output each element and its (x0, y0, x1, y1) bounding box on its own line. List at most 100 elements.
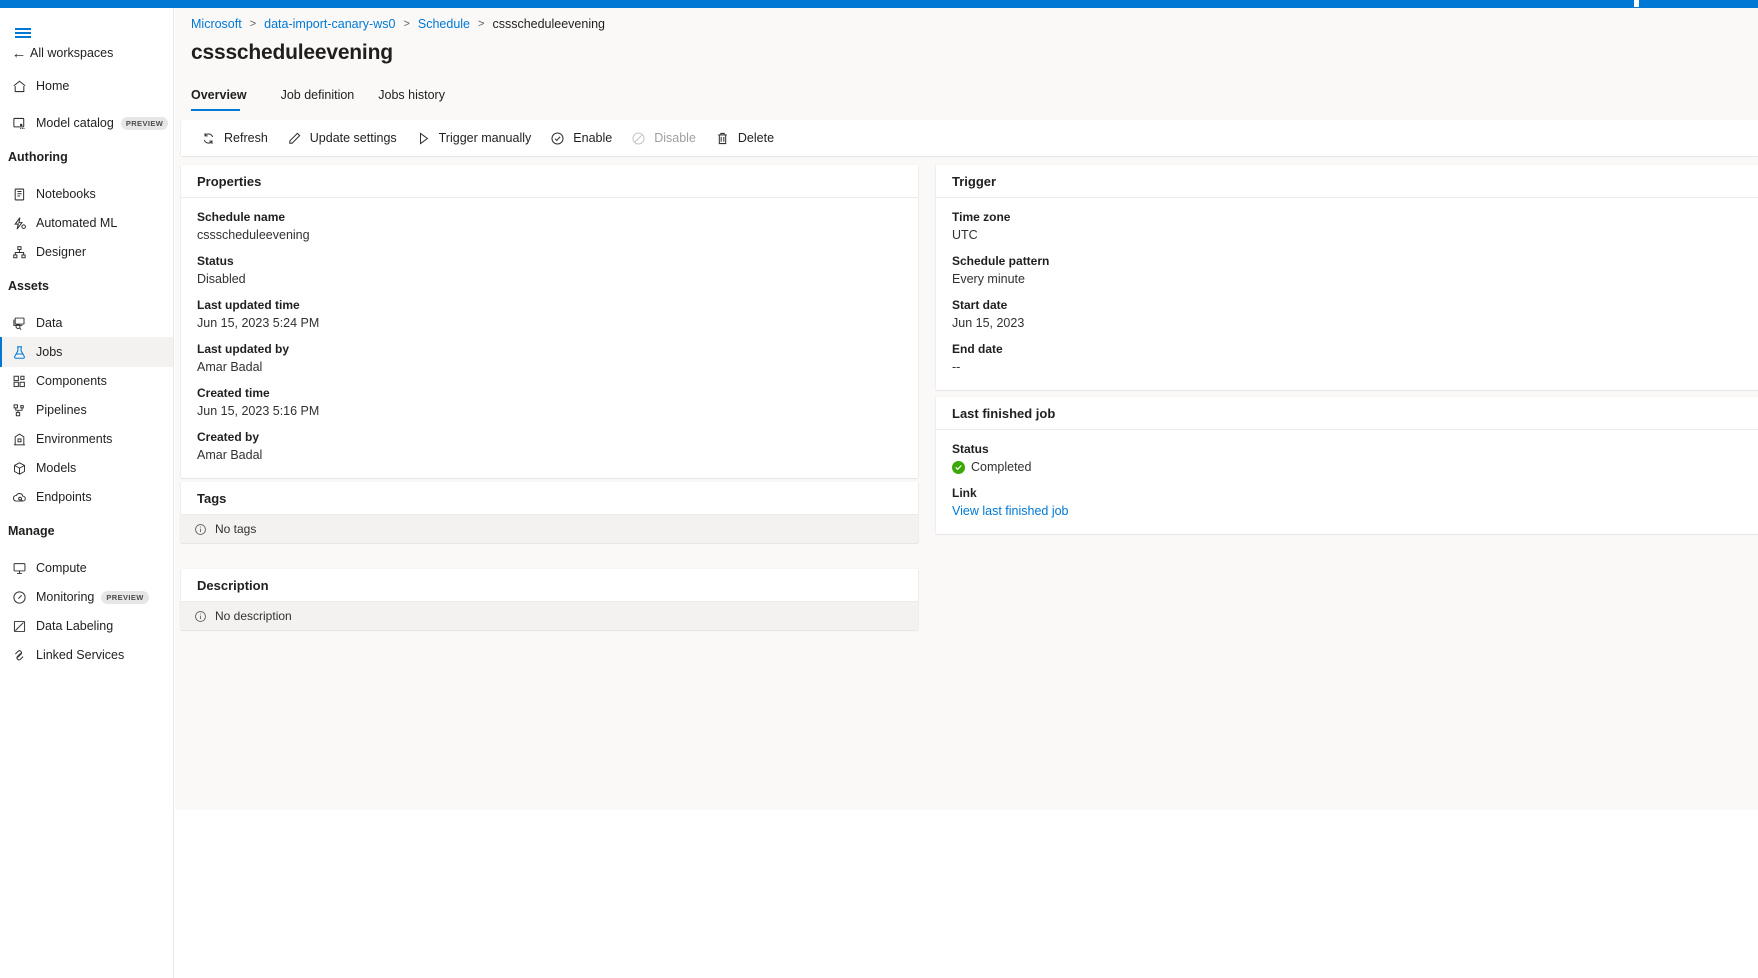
field-value: Jun 15, 2023 5:16 PM (197, 402, 902, 420)
sidebar-item-label: Monitoring (36, 590, 94, 604)
breadcrumb-item-workspace[interactable]: data-import-canary-ws0 (264, 17, 395, 31)
sidebar-item-pipelines[interactable]: Pipelines (0, 395, 174, 425)
tags-empty-text: No tags (215, 522, 256, 536)
sidebar-item-label: Data (36, 316, 62, 330)
sidebar-item-model-catalog[interactable]: Model catalog PREVIEW (0, 108, 174, 138)
sidebar-item-data[interactable]: Data (0, 308, 174, 338)
breadcrumb-item-schedule[interactable]: Schedule (418, 17, 470, 31)
page-header: Microsoft > data-import-canary-ws0 > Sch… (175, 8, 1758, 120)
sidebar-item-designer[interactable]: Designer (0, 237, 174, 267)
trigger-card-title: Trigger (936, 165, 1758, 198)
sidebar-item-monitoring[interactable]: Monitoring PREVIEW (0, 582, 174, 612)
field-value: Jun 15, 2023 5:24 PM (197, 314, 902, 332)
info-circle-icon (194, 523, 207, 536)
description-card-title: Description (181, 569, 918, 602)
field-label: Last updated by (197, 341, 902, 358)
last-finished-job-card-title: Last finished job (936, 397, 1758, 430)
sidebar-item-endpoints[interactable]: Endpoints (0, 482, 174, 512)
breadcrumb-item-current: cssscheduleevening (492, 17, 605, 31)
sidebar-item-components[interactable]: Components (0, 366, 174, 396)
sidebar-item-label: Environments (36, 432, 112, 446)
tab-jobs-history[interactable]: Jobs history (366, 88, 457, 111)
field-label: Link (952, 485, 1750, 502)
delete-label: Delete (738, 131, 774, 145)
sidebar-group-assets: Assets (8, 279, 49, 293)
topbar-marker (1634, 0, 1639, 7)
breadcrumb-item-microsoft[interactable]: Microsoft (191, 17, 242, 31)
update-settings-button[interactable]: Update settings (277, 122, 406, 154)
delete-button[interactable]: Delete (705, 122, 783, 154)
view-last-finished-job-link[interactable]: View last finished job (952, 502, 1750, 520)
field-label: Schedule pattern (952, 253, 1750, 270)
sidebar-item-label: Components (36, 374, 107, 388)
jobs-flask-icon (8, 344, 30, 360)
field-label: Status (952, 441, 1750, 458)
enable-label: Enable (573, 131, 612, 145)
status-text: Completed (971, 458, 1031, 476)
endpoints-icon (8, 489, 30, 505)
automated-ml-icon (8, 215, 30, 231)
sidebar-group-authoring: Authoring (8, 150, 68, 164)
sidebar-all-workspaces-label: All workspaces (30, 46, 113, 60)
tab-overview[interactable]: Overview (191, 88, 259, 111)
description-empty-text: No description (215, 609, 292, 623)
breadcrumb-separator-icon: > (403, 18, 409, 30)
trigger-time-zone: Time zone UTC (952, 209, 1750, 244)
preview-badge: PREVIEW (121, 117, 168, 130)
trigger-end-date: End date -- (952, 341, 1750, 376)
sidebar-item-label: Linked Services (36, 648, 124, 662)
completed-check-icon (952, 461, 965, 474)
disable-button: Disable (621, 122, 705, 154)
refresh-label: Refresh (224, 131, 268, 145)
field-label: Last updated time (197, 297, 902, 314)
field-label: Start date (952, 297, 1750, 314)
last-job-status: Status Completed (952, 441, 1750, 476)
sidebar-all-workspaces[interactable]: ← All workspaces (0, 41, 174, 65)
sidebar-item-linked-services[interactable]: Linked Services (0, 640, 174, 670)
sidebar-item-notebooks[interactable]: Notebooks (0, 179, 174, 209)
tab-list: Overview Job definition Jobs history (191, 88, 457, 111)
description-empty-row: No description (181, 602, 918, 630)
field-label: Time zone (952, 209, 1750, 226)
refresh-button[interactable]: Refresh (191, 122, 277, 154)
sidebar-item-environments[interactable]: Environments (0, 424, 174, 454)
sidebar-item-label: Endpoints (36, 490, 92, 504)
data-icon (8, 315, 30, 331)
tab-job-definition[interactable]: Job definition (269, 88, 367, 111)
tags-card-title: Tags (181, 482, 918, 515)
trigger-manually-button[interactable]: Trigger manually (406, 122, 541, 154)
play-triangle-icon (415, 130, 432, 146)
trigger-schedule-pattern: Schedule pattern Every minute (952, 253, 1750, 288)
models-cube-icon (8, 460, 30, 476)
tags-card: Tags No tags (181, 482, 918, 543)
check-circle-icon (549, 130, 566, 146)
trigger-start-date: Start date Jun 15, 2023 (952, 297, 1750, 332)
sidebar-item-label: Designer (36, 245, 86, 259)
sidebar-item-models[interactable]: Models (0, 453, 174, 483)
sidebar-item-label: Data Labeling (36, 619, 113, 633)
data-labeling-icon (8, 618, 30, 634)
property-schedule-name: Schedule name cssscheduleevening (197, 209, 902, 244)
preview-badge: PREVIEW (101, 591, 148, 604)
field-value: Amar Badal (197, 358, 902, 376)
enable-button[interactable]: Enable (540, 122, 621, 154)
field-label: Schedule name (197, 209, 902, 226)
sidebar-item-compute[interactable]: Compute (0, 553, 174, 583)
field-label: Created time (197, 385, 902, 402)
properties-card-body: Schedule name cssscheduleevening Status … (181, 198, 918, 478)
model-catalog-icon (8, 115, 30, 131)
sidebar-group-manage: Manage (8, 524, 55, 538)
sidebar-item-data-labeling[interactable]: Data Labeling (0, 611, 174, 641)
sidebar-item-label: Automated ML (36, 216, 117, 230)
block-circle-icon (630, 130, 647, 146)
sidebar-item-automated-ml[interactable]: Automated ML (0, 208, 174, 238)
property-last-updated-time: Last updated time Jun 15, 2023 5:24 PM (197, 297, 902, 332)
sidebar-item-jobs[interactable]: Jobs (0, 337, 174, 367)
property-last-updated-by: Last updated by Amar Badal (197, 341, 902, 376)
properties-card-title: Properties (181, 165, 918, 198)
trigger-card-body: Time zone UTC Schedule pattern Every min… (936, 198, 1758, 390)
sidebar-item-label: Jobs (36, 345, 62, 359)
last-finished-job-card-body: Status Completed Link View last finished… (936, 430, 1758, 534)
sidebar-item-home[interactable]: Home (0, 71, 174, 101)
last-job-link: Link View last finished job (952, 485, 1750, 520)
